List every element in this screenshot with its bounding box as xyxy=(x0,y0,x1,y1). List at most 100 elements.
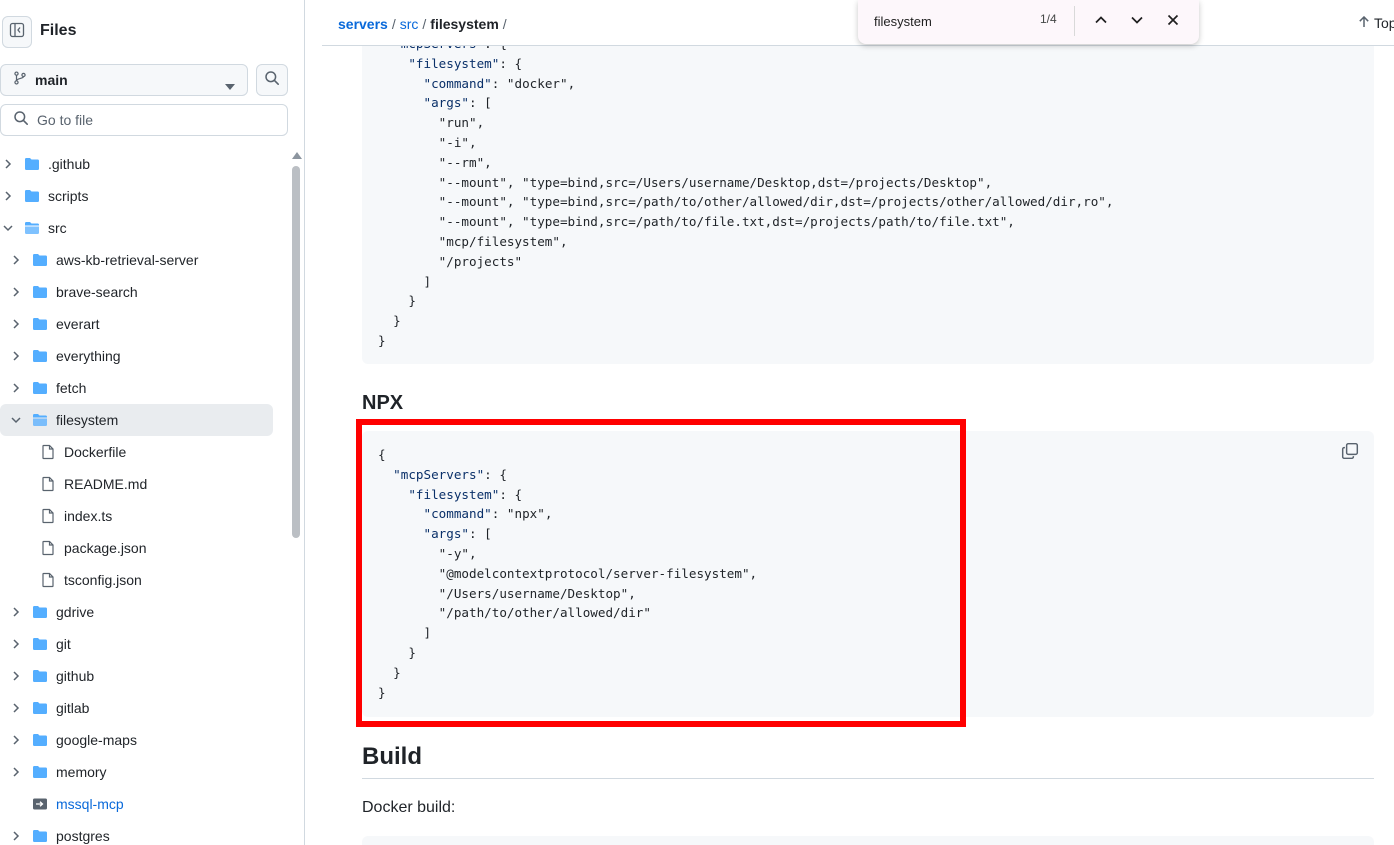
file-tree-folder-brave-search[interactable]: brave-search xyxy=(0,276,290,308)
search-files-button[interactable] xyxy=(256,64,288,96)
find-close-button[interactable] xyxy=(1159,8,1187,36)
file-tree-item-label: mssql-mcp xyxy=(56,796,124,812)
file-tree-folder-scripts[interactable]: scripts xyxy=(0,180,290,212)
go-to-file-input[interactable] xyxy=(37,112,277,128)
chevron-right-icon[interactable] xyxy=(8,604,24,620)
file-tree-folder-aws-kb-retrieval-server[interactable]: aws-kb-retrieval-server xyxy=(0,244,290,276)
file-icon xyxy=(40,508,56,524)
chevron-right-icon[interactable] xyxy=(8,764,24,780)
file-icon xyxy=(40,476,56,492)
breadcrumb-separator: / xyxy=(422,16,427,32)
chevron-right-icon[interactable] xyxy=(8,636,24,652)
chevron-down-icon[interactable] xyxy=(8,412,24,428)
chevron-right-icon[interactable] xyxy=(8,284,24,300)
file-tree-folder-memory[interactable]: memory xyxy=(0,756,290,788)
breadcrumb-separator: / xyxy=(391,16,396,32)
file-tree-item-label: filesystem xyxy=(56,412,119,428)
chevron-right-icon[interactable] xyxy=(8,700,24,716)
file-icon xyxy=(40,572,56,588)
breadcrumb-repo-link[interactable]: servers xyxy=(338,16,388,32)
folder-icon xyxy=(32,764,48,780)
file-tree: .github scripts src aws-kb-retrieval-server… xyxy=(0,148,290,845)
file-tree-file-index-ts[interactable]: index.ts xyxy=(0,500,290,532)
sidebar-scrollbar[interactable] xyxy=(290,150,302,845)
top-link[interactable]: Top xyxy=(1358,15,1394,31)
file-tree-folder-github[interactable]: github xyxy=(0,660,290,692)
find-previous-button[interactable] xyxy=(1087,8,1115,36)
branch-selector-button[interactable]: main xyxy=(0,64,248,96)
chevron-down-icon xyxy=(1130,13,1144,32)
folder-icon xyxy=(32,732,48,748)
file-tree-item-label: gitlab xyxy=(56,700,90,716)
chevron-right-icon[interactable] xyxy=(0,188,16,204)
file-tree-folder-gdrive[interactable]: gdrive xyxy=(0,596,290,628)
build-heading: Build xyxy=(362,743,422,770)
sidebar-collapse-icon xyxy=(9,22,25,43)
chevron-right-icon[interactable] xyxy=(8,668,24,684)
collapse-sidebar-button[interactable] xyxy=(2,16,32,48)
file-icon xyxy=(40,540,56,556)
find-input[interactable] xyxy=(874,10,1024,32)
chevron-right-icon[interactable] xyxy=(8,348,24,364)
file-tree-folder-git[interactable]: git xyxy=(0,628,290,660)
docker-config-code-block: "mcpServers": { "filesystem": { "command… xyxy=(362,46,1374,364)
search-icon xyxy=(13,110,29,131)
chevron-down-icon[interactable] xyxy=(0,220,16,236)
chevron-up-icon xyxy=(1094,13,1108,32)
file-tree-item-label: postgres xyxy=(56,828,110,844)
scrollbar-thumb[interactable] xyxy=(292,166,300,538)
docker-build-text: Docker build: xyxy=(362,799,456,816)
file-tree-folder-filesystem[interactable]: filesystem xyxy=(0,404,273,436)
file-icon xyxy=(40,444,56,460)
find-next-button[interactable] xyxy=(1123,8,1151,36)
file-tree-folder-everart[interactable]: everart xyxy=(0,308,290,340)
caret-down-icon xyxy=(225,77,235,95)
file-tree-item-label: index.ts xyxy=(64,508,113,524)
file-tree-item-label: everything xyxy=(56,348,121,364)
file-tree-folder--github[interactable]: .github xyxy=(0,148,290,180)
file-tree-file-dockerfile[interactable]: Dockerfile xyxy=(0,436,290,468)
file-tree-item-label: scripts xyxy=(48,188,89,204)
copy-icon xyxy=(1341,442,1359,465)
chevron-right-icon[interactable] xyxy=(8,732,24,748)
chevron-right-icon[interactable] xyxy=(8,828,24,844)
breadcrumb-src-link[interactable]: src xyxy=(400,16,419,32)
chevron-right-icon[interactable] xyxy=(0,156,16,172)
file-tree-file-package-json[interactable]: package.json xyxy=(0,532,290,564)
folder-icon xyxy=(32,828,48,844)
file-tree-file-readme-md[interactable]: README.md xyxy=(0,468,290,500)
file-tree-folder-everything[interactable]: everything xyxy=(0,340,290,372)
scroll-up-arrow-icon[interactable] xyxy=(292,152,302,159)
file-tree-item-label: git xyxy=(56,636,71,652)
file-tree-folder-mssql-mcp[interactable]: mssql-mcp xyxy=(0,788,290,820)
file-tree-item-label: brave-search xyxy=(56,284,138,300)
arrow-up-icon xyxy=(1358,15,1370,31)
file-tree-folder-gitlab[interactable]: gitlab xyxy=(0,692,290,724)
file-tree-folder-fetch[interactable]: fetch xyxy=(0,372,290,404)
folder-icon xyxy=(32,252,48,268)
file-tree-item-label: fetch xyxy=(56,380,87,396)
file-tree-folder-google-maps[interactable]: google-maps xyxy=(0,724,290,756)
sidebar-title: Files xyxy=(40,22,77,39)
folder-icon xyxy=(32,604,48,620)
file-tree-item-label: google-maps xyxy=(56,732,137,748)
close-icon xyxy=(1166,13,1180,32)
copy-code-button[interactable] xyxy=(1340,442,1360,465)
file-tree-folder-src[interactable]: src xyxy=(0,212,290,244)
folder-icon xyxy=(32,700,48,716)
chevron-right-icon[interactable] xyxy=(8,252,24,268)
file-tree-item-label: tsconfig.json xyxy=(64,572,142,588)
file-tree-item-label: package.json xyxy=(64,540,147,556)
file-tree-sidebar: Files main .github scripts src aws-kb-retri… xyxy=(0,0,305,845)
file-tree-file-tsconfig-json[interactable]: tsconfig.json xyxy=(0,564,290,596)
file-tree-folder-postgres[interactable]: postgres xyxy=(0,820,290,845)
folder-icon xyxy=(32,668,48,684)
go-to-file-field[interactable] xyxy=(0,104,288,136)
chevron-right-icon[interactable] xyxy=(8,316,24,332)
file-tree-item-label: gdrive xyxy=(56,604,95,620)
chevron-right-icon[interactable] xyxy=(8,380,24,396)
